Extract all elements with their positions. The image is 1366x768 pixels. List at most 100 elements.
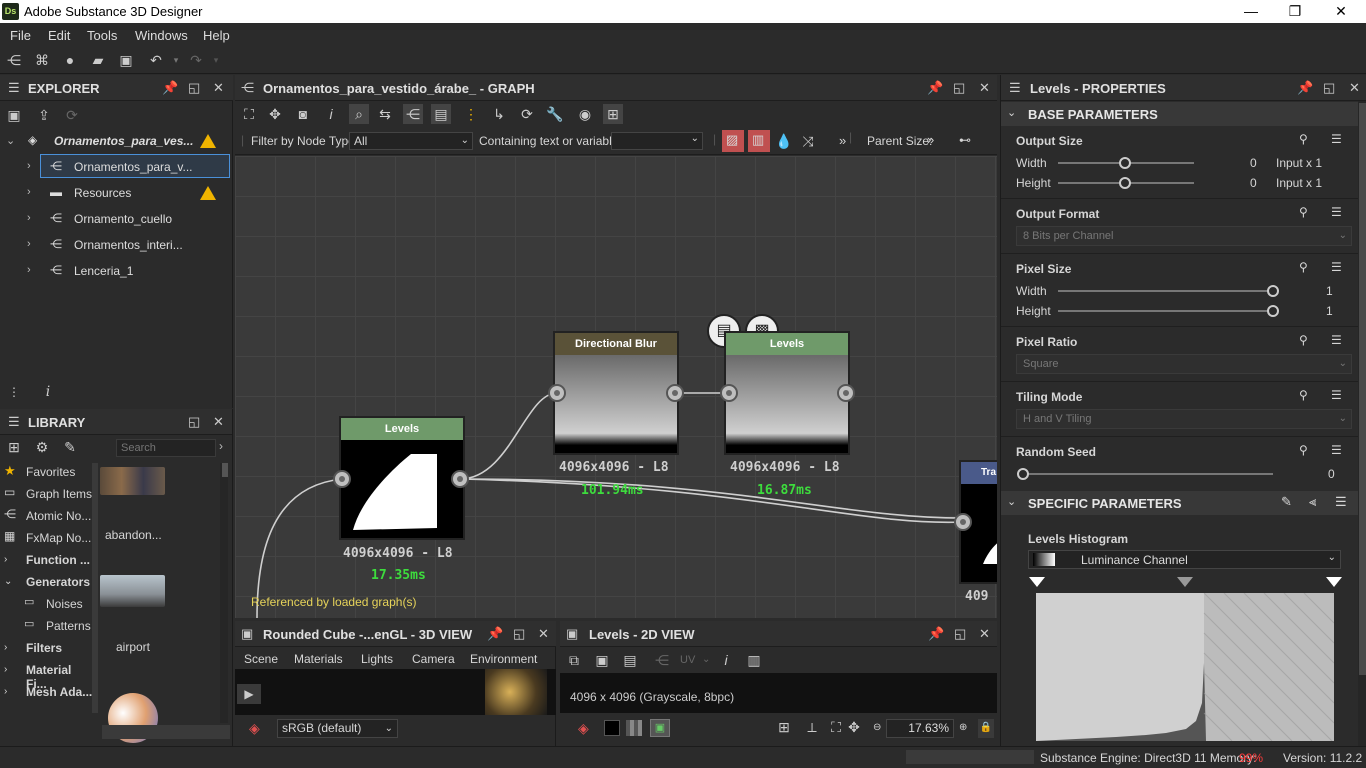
info-icon[interactable]: i: [38, 382, 58, 402]
pan-icon[interactable]: ✥: [265, 104, 285, 124]
shuffle-icon[interactable]: ⤨: [798, 131, 818, 151]
2d-viewport[interactable]: 4096 x 4096 (Grayscale, 8bpc): [560, 673, 997, 713]
ruler-icon[interactable]: ⟂: [802, 717, 822, 737]
explorer-root-package[interactable]: ⌄ ◈ Ornamentos_para_ves...: [0, 128, 232, 154]
tab-scene[interactable]: Scene: [244, 652, 278, 666]
param-menu-icon[interactable]: ☰: [1331, 205, 1342, 219]
explorer-item[interactable]: › ⋲ Lenceria_1: [0, 258, 232, 284]
param-menu-icon[interactable]: ☰: [1331, 132, 1342, 146]
new-function-icon[interactable]: ⌘: [32, 50, 52, 70]
undo-dropdown-icon[interactable]: ▾: [166, 50, 186, 70]
explorer-item[interactable]: › ▬ Resources: [0, 180, 232, 206]
camera-icon[interactable]: ▶: [237, 684, 261, 704]
height-value[interactable]: 0: [1250, 176, 1257, 190]
layers-icon[interactable]: ◈: [578, 720, 589, 737]
levels-node[interactable]: Levels: [339, 416, 465, 540]
chevron-down-icon[interactable]: ⌄: [702, 654, 710, 665]
float-panel-icon[interactable]: ◱: [188, 80, 200, 96]
float-panel-icon[interactable]: ◱: [188, 414, 200, 430]
tree-view-icon[interactable]: ⋮: [4, 382, 24, 402]
pin-icon[interactable]: 📌: [1297, 80, 1313, 96]
channel-select[interactable]: Luminance Channel ⌄: [1028, 550, 1341, 569]
info-icon[interactable]: i: [321, 104, 341, 124]
comment-icon[interactable]: ▤: [431, 104, 451, 124]
directional-blur-node[interactable]: Directional Blur: [553, 331, 679, 455]
category-scrollbar[interactable]: [92, 463, 98, 713]
fit-icon[interactable]: ⛶: [826, 717, 846, 737]
more-icon[interactable]: »: [839, 133, 846, 148]
width-value[interactable]: 0: [1250, 156, 1257, 170]
param-link-icon[interactable]: ⚲: [1299, 260, 1308, 274]
param-link-icon[interactable]: ⚲: [1299, 388, 1308, 402]
reload-icon[interactable]: ⟳: [62, 105, 82, 125]
category-filters[interactable]: › Filters: [4, 639, 94, 661]
param-menu-icon[interactable]: ☰: [1331, 388, 1342, 402]
pixel-height-slider[interactable]: [1058, 310, 1275, 312]
save-all-icon[interactable]: ▣: [116, 50, 136, 70]
close-panel-icon[interactable]: ✕: [1349, 80, 1360, 96]
edit-icon[interactable]: ✎: [1281, 494, 1292, 510]
colorspace-select[interactable]: sRGB (default) ⌄: [277, 719, 398, 738]
new-package-icon[interactable]: ●: [60, 50, 80, 70]
width-value[interactable]: 1: [1326, 284, 1333, 298]
screenshot-icon[interactable]: ◙: [293, 104, 313, 124]
export-icon[interactable]: ⇪: [34, 105, 54, 125]
grid-icon[interactable]: ⊞: [774, 717, 794, 737]
horizontal-scrollbar[interactable]: [102, 725, 230, 739]
black-point-handle[interactable]: [1029, 577, 1045, 587]
float-panel-icon[interactable]: ◱: [513, 626, 525, 642]
pixel-width-slider[interactable]: [1058, 290, 1275, 292]
category-fxmap-nodes[interactable]: ▦ FxMap No...: [4, 529, 94, 551]
close-panel-icon[interactable]: ✕: [213, 414, 224, 430]
graph-canvas[interactable]: Levels 4096x4096 - L8 17.35ms Directiona…: [235, 156, 997, 618]
close-panel-icon[interactable]: ✕: [538, 626, 549, 642]
containing-text-input[interactable]: ⌄: [611, 132, 703, 150]
chevron-right-icon[interactable]: ›: [27, 264, 31, 276]
slider-knob[interactable]: [1017, 468, 1029, 480]
histogram-icon[interactable]: ▥: [744, 650, 764, 670]
search-icon[interactable]: ⌕: [349, 104, 369, 124]
edit-icon[interactable]: ✎: [60, 437, 80, 457]
scroll-thumb[interactable]: [1359, 103, 1366, 675]
auto-level-icon[interactable]: ⫷: [1309, 494, 1316, 510]
output-port[interactable]: [451, 470, 469, 488]
category-favorites[interactable]: ★ Favorites: [4, 463, 94, 485]
library-search-input[interactable]: [116, 439, 216, 457]
chevron-down-icon[interactable]: ⌄: [6, 134, 15, 147]
pan-icon[interactable]: ✥: [844, 717, 864, 737]
category-atomic-nodes[interactable]: ⋲ Atomic No...: [4, 507, 94, 529]
redo-icon[interactable]: ↷: [186, 50, 206, 70]
slider-knob[interactable]: [1267, 305, 1279, 317]
new-graph-icon[interactable]: ⋲: [4, 50, 24, 70]
input-port[interactable]: [333, 470, 351, 488]
properties-menu-icon[interactable]: ☰: [1009, 80, 1021, 96]
display-mode-icon[interactable]: ▣: [650, 719, 670, 737]
connect-icon[interactable]: ↳: [489, 104, 509, 124]
float-panel-icon[interactable]: ◱: [954, 626, 966, 642]
save-icon[interactable]: ▣: [592, 650, 612, 670]
drop-icon[interactable]: 💧: [774, 131, 794, 151]
library-thumb-image[interactable]: [100, 575, 165, 607]
midpoint-handle[interactable]: [1177, 577, 1193, 587]
scroll-thumb[interactable]: [222, 463, 228, 477]
random-seed-value[interactable]: 0: [1328, 467, 1335, 481]
specific-parameters-section[interactable]: ⌄ SPECIFIC PARAMETERS ✎ ⫷ ☰: [1001, 491, 1358, 515]
param-menu-icon[interactable]: ☰: [1331, 443, 1342, 457]
output-port[interactable]: [837, 384, 855, 402]
wrench-icon[interactable]: 🔧: [545, 104, 565, 124]
param-menu-icon[interactable]: ☰: [1331, 333, 1342, 347]
chevron-right-icon[interactable]: ›: [27, 212, 31, 224]
menu-windows[interactable]: Windows: [135, 28, 188, 43]
thumb-scrollbar[interactable]: [220, 463, 228, 723]
pin-icon[interactable]: 📌: [162, 80, 178, 96]
height-value[interactable]: 1: [1326, 304, 1333, 318]
output-port[interactable]: [666, 384, 684, 402]
close-panel-icon[interactable]: ✕: [979, 626, 990, 642]
grid-snap-icon[interactable]: ⊞: [603, 104, 623, 124]
copy-icon[interactable]: ⧉: [564, 650, 584, 670]
category-graph-items[interactable]: ▭ Graph Items: [4, 485, 94, 507]
channel-black-icon[interactable]: [604, 720, 620, 736]
more-icon[interactable]: »: [927, 132, 934, 147]
refresh-icon[interactable]: ⟳: [517, 104, 537, 124]
menu-tools[interactable]: Tools: [87, 28, 117, 43]
